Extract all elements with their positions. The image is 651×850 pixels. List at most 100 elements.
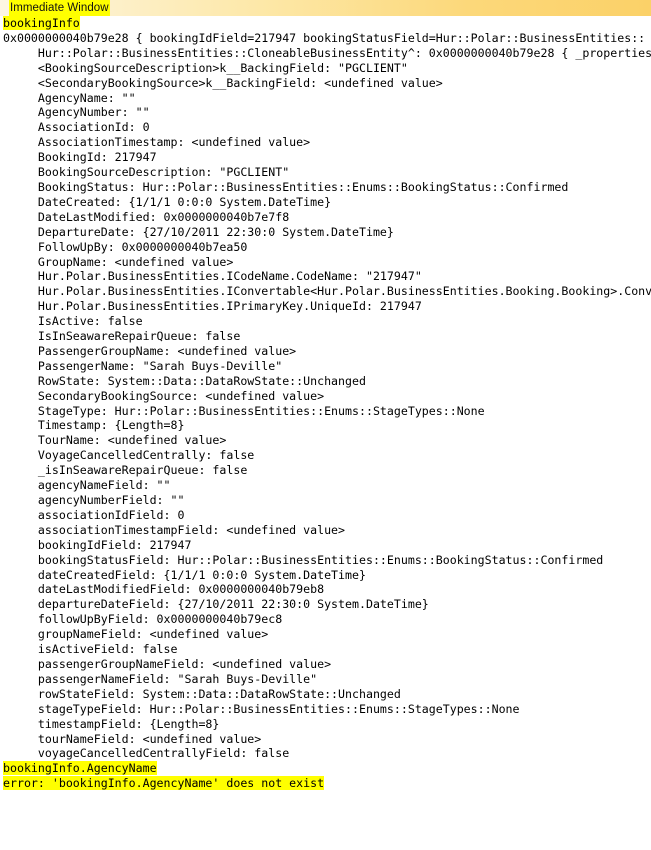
console-line: AssociationTimestamp: <undefined value> bbox=[0, 135, 651, 150]
console-line-text: timestampField: {Length=8} bbox=[3, 716, 220, 731]
console-line: stageTypeField: Hur::Polar::BusinessEnti… bbox=[0, 702, 651, 717]
console-line-text: AssociationId: 0 bbox=[3, 120, 150, 135]
console-line-text: DateCreated: {1/1/1 0:0:0 System.DateTim… bbox=[3, 194, 332, 209]
console-line: RowState: System::Data::DataRowState::Un… bbox=[0, 374, 651, 389]
console-line: tourNameField: <undefined value> bbox=[0, 732, 651, 747]
console-line-text: Timestamp: {Length=8} bbox=[3, 418, 185, 433]
console-line: passengerGroupNameField: <undefined valu… bbox=[0, 657, 651, 672]
console-line-text: 0x0000000040b79e28 { bookingIdField=2179… bbox=[3, 30, 646, 45]
console-line: IsInSeawareRepairQueue: false bbox=[0, 329, 651, 344]
console-line-text: DateLastModified: 0x0000000040b7e7f8 bbox=[3, 209, 290, 224]
console-line: SecondaryBookingSource: <undefined value… bbox=[0, 389, 651, 404]
console-line-highlighted: error: 'bookingInfo.AgencyName' does not… bbox=[0, 776, 651, 791]
console-line-text: Hur::Polar::BusinessEntities::CloneableB… bbox=[3, 45, 651, 60]
console-line: IsActive: false bbox=[0, 314, 651, 329]
console-line-text: passengerNameField: "Sarah Buys-Deville" bbox=[3, 671, 318, 686]
console-line-text: isActiveField: false bbox=[3, 642, 178, 657]
console-line-highlighted: bookingInfo.AgencyName bbox=[0, 761, 651, 776]
console-line-text: AgencyNumber: "" bbox=[3, 105, 150, 120]
console-line: GroupName: <undefined value> bbox=[0, 255, 651, 270]
console-line: 0x0000000040b79e28 { bookingIdField=2179… bbox=[0, 31, 651, 46]
console-line: passengerNameField: "Sarah Buys-Deville" bbox=[0, 672, 651, 687]
console-line-text: Hur.Polar.BusinessEntities.IPrimaryKey.U… bbox=[3, 299, 422, 314]
console-line: dateLastModifiedField: 0x0000000040b79eb… bbox=[0, 582, 651, 597]
console-line-text: agencyNameField: "" bbox=[3, 478, 171, 493]
console-line: Timestamp: {Length=8} bbox=[0, 418, 651, 433]
console-line: AssociationId: 0 bbox=[0, 120, 651, 135]
console-line-text: agencyNumberField: "" bbox=[3, 493, 185, 507]
console-line: StageType: Hur::Polar::BusinessEntities:… bbox=[0, 404, 651, 419]
console-line: DateLastModified: 0x0000000040b7e7f8 bbox=[0, 210, 651, 225]
console-line: rowStateField: System::Data::DataRowStat… bbox=[0, 687, 651, 702]
console-line-text: PassengerName: "Sarah Buys-Deville" bbox=[3, 358, 283, 373]
console-line-text: error: 'bookingInfo.AgencyName' does not… bbox=[3, 776, 325, 791]
console-line: VoyageCancelledCentrally: false bbox=[0, 448, 651, 463]
console-line: voyageCancelledCentrallyField: false bbox=[0, 746, 651, 761]
console-line: departureDateField: {27/10/2011 22:30:0 … bbox=[0, 597, 651, 612]
console-line: Hur.Polar.BusinessEntities.IPrimaryKey.U… bbox=[0, 299, 651, 314]
console-line: DepartureDate: {27/10/2011 22:30:0 Syste… bbox=[0, 225, 651, 240]
console-line: isActiveField: false bbox=[0, 642, 651, 657]
console-line: groupNameField: <undefined value> bbox=[0, 627, 651, 642]
page-title: Immediate Window bbox=[9, 0, 110, 16]
console-line: timestampField: {Length=8} bbox=[0, 717, 651, 732]
console-line: Hur.Polar.BusinessEntities.ICodeName.Cod… bbox=[0, 269, 651, 284]
console-line-text: Hur.Polar.BusinessEntities.IConvertable<… bbox=[3, 284, 651, 299]
console-line-text: GroupName: <undefined value> bbox=[3, 254, 234, 269]
console-line-text: IsInSeawareRepairQueue: false bbox=[3, 329, 241, 344]
console-line-text: RowState: System::Data::DataRowState::Un… bbox=[3, 373, 366, 388]
console-line-text: StageType: Hur::Polar::BusinessEntities:… bbox=[3, 403, 485, 418]
console-line-text: Hur.Polar.BusinessEntities.ICodeName.Cod… bbox=[3, 269, 422, 284]
console-line-text: FollowUpBy: 0x0000000040b7ea50 bbox=[3, 239, 248, 254]
console-line-text: stageTypeField: Hur::Polar::BusinessEnti… bbox=[3, 701, 520, 716]
console-line: PassengerName: "Sarah Buys-Deville" bbox=[0, 359, 651, 374]
console-line: AgencyName: "" bbox=[0, 91, 651, 106]
console-line-text: BookingStatus: Hur::Polar::BusinessEntit… bbox=[3, 179, 569, 194]
console-line-text: AgencyName: "" bbox=[3, 90, 136, 105]
console-line-text: dateLastModifiedField: 0x0000000040b79eb… bbox=[3, 582, 325, 597]
console-line: FollowUpBy: 0x0000000040b7ea50 bbox=[0, 240, 651, 255]
console-line: Hur::Polar::BusinessEntities::CloneableB… bbox=[0, 46, 651, 61]
console-line-text: BookingSourceDescription: "PGCLIENT" bbox=[3, 165, 290, 180]
console-line: _isInSeawareRepairQueue: false bbox=[0, 463, 651, 478]
console-line: BookingSourceDescription: "PGCLIENT" bbox=[0, 165, 651, 180]
console-line-text: followUpByField: 0x0000000040b79ec8 bbox=[3, 612, 283, 627]
console-line: Hur.Polar.BusinessEntities.IConvertable<… bbox=[0, 284, 651, 299]
console-line-text: BookingId: 217947 bbox=[3, 150, 157, 165]
console-line-text: PassengerGroupName: <undefined value> bbox=[3, 343, 297, 358]
console-line-text: <BookingSourceDescription>k__BackingFiel… bbox=[3, 60, 408, 75]
console-line: bookingStatusField: Hur::Polar::Business… bbox=[0, 553, 651, 568]
immediate-window-titlebar[interactable]: Immediate Window bbox=[0, 0, 651, 16]
console-line-highlighted: bookingInfo bbox=[0, 16, 651, 31]
console-line: followUpByField: 0x0000000040b79ec8 bbox=[0, 612, 651, 627]
console-line-text: _isInSeawareRepairQueue: false bbox=[3, 463, 248, 478]
console-line-text: VoyageCancelledCentrally: false bbox=[3, 448, 255, 463]
console-line: BookingId: 217947 bbox=[0, 150, 651, 165]
console-line-text: dateCreatedField: {1/1/1 0:0:0 System.Da… bbox=[3, 567, 366, 582]
console-line-text: associationIdField: 0 bbox=[3, 507, 185, 522]
console-line: associationIdField: 0 bbox=[0, 508, 651, 523]
console-line-text: passengerGroupNameField: <undefined valu… bbox=[3, 656, 332, 671]
console-line-text: departureDateField: {27/10/2011 22:30:0 … bbox=[3, 597, 429, 612]
console-line-text: IsActive: false bbox=[3, 314, 143, 329]
console-line-text: tourNameField: <undefined value> bbox=[3, 731, 262, 746]
console-line-text: DepartureDate: {27/10/2011 22:30:0 Syste… bbox=[3, 224, 394, 239]
console-line-text: bookingInfo.AgencyName bbox=[3, 761, 157, 776]
console-line: <BookingSourceDescription>k__BackingFiel… bbox=[0, 61, 651, 76]
console-line: agencyNumberField: "" bbox=[0, 493, 651, 508]
console-line: BookingStatus: Hur::Polar::BusinessEntit… bbox=[0, 180, 651, 195]
console-line-text: associationTimestampField: <undefined va… bbox=[3, 522, 346, 537]
console-line-text: rowStateField: System::Data::DataRowStat… bbox=[3, 686, 401, 701]
console-line-text: SecondaryBookingSource: <undefined value… bbox=[3, 388, 325, 403]
console-line: DateCreated: {1/1/1 0:0:0 System.DateTim… bbox=[0, 195, 651, 210]
console-line-text: bookingIdField: 217947 bbox=[3, 537, 192, 552]
immediate-window-output[interactable]: bookingInfo 0x0000000040b79e28 { bookingI… bbox=[0, 16, 651, 850]
console-line: TourName: <undefined value> bbox=[0, 433, 651, 448]
console-line: PassengerGroupName: <undefined value> bbox=[0, 344, 651, 359]
console-line-text: AssociationTimestamp: <undefined value> bbox=[3, 135, 311, 150]
console-line-text: bookingInfo bbox=[3, 16, 80, 30]
console-line-text: groupNameField: <undefined value> bbox=[3, 627, 269, 642]
console-line-text: bookingStatusField: Hur::Polar::Business… bbox=[3, 552, 604, 567]
console-line-text: voyageCancelledCentrallyField: false bbox=[3, 746, 290, 761]
console-line: <SecondaryBookingSource>k__BackingField:… bbox=[0, 76, 651, 91]
